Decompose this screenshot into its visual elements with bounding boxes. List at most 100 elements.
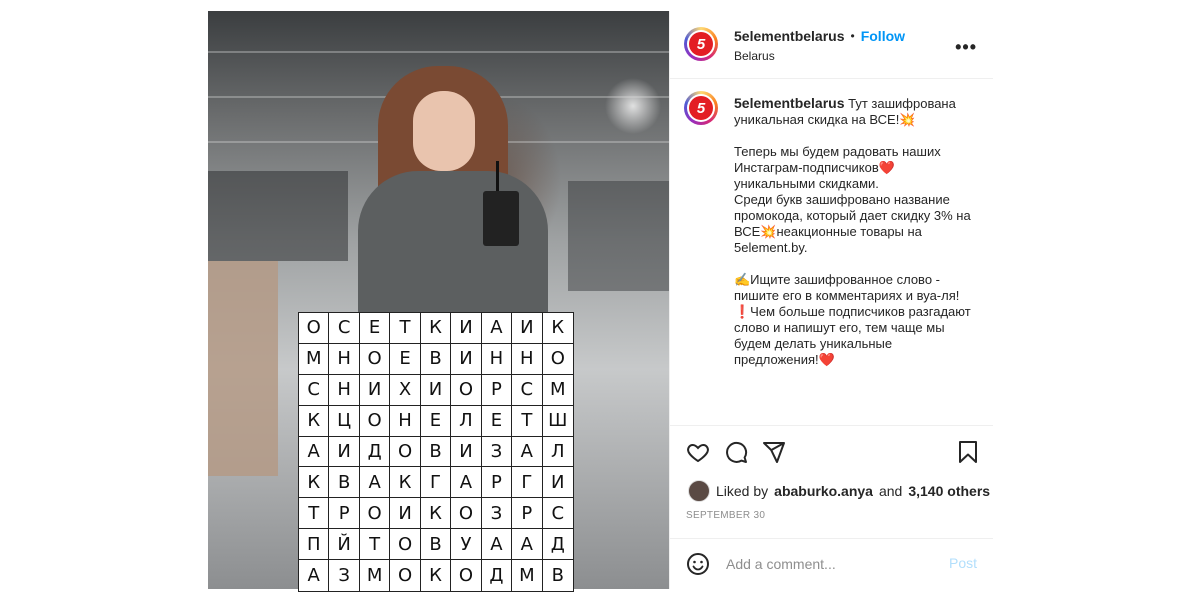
puzzle-cell: А xyxy=(299,436,330,468)
puzzle-cell: С xyxy=(512,374,543,406)
likes-conjunction: and xyxy=(878,483,903,499)
puzzle-cell: А xyxy=(512,436,543,468)
puzzle-cell: Е xyxy=(481,405,513,437)
likes-prefix: Liked by xyxy=(716,483,769,499)
puzzle-cell: И xyxy=(542,467,573,499)
location-label[interactable]: Belarus xyxy=(734,49,775,63)
store-shelf xyxy=(568,181,669,291)
puzzle-cell: Т xyxy=(359,529,391,561)
puzzle-cell: О xyxy=(359,498,391,530)
comment-input[interactable] xyxy=(724,555,928,573)
separator-dot: • xyxy=(850,29,855,43)
puzzle-cell: А xyxy=(481,313,513,344)
puzzle-cell: З xyxy=(329,560,360,591)
liker-username[interactable]: ababurko.anya xyxy=(774,483,873,499)
puzzle-cell: П xyxy=(299,529,330,561)
puzzle-cell: О xyxy=(451,560,482,591)
puzzle-cell: О xyxy=(542,344,573,375)
brand-logo: 5 xyxy=(689,96,713,120)
puzzle-cell: Н xyxy=(390,405,421,437)
puzzle-cell: И xyxy=(451,313,482,344)
puzzle-cell: Е xyxy=(359,313,391,344)
puzzle-cell: У xyxy=(451,529,482,561)
post-comment-button[interactable]: Post xyxy=(949,555,977,571)
puzzle-cell: К xyxy=(421,560,452,591)
puzzle-cell: О xyxy=(359,343,391,375)
likes-count[interactable]: 3,140 others xyxy=(908,483,990,499)
store-shelf xyxy=(208,171,348,261)
puzzle-cell: И xyxy=(359,374,391,406)
comment-icon[interactable] xyxy=(724,440,748,464)
puzzle-cell: И xyxy=(329,436,360,468)
puzzle-cell: К xyxy=(420,498,452,530)
share-icon[interactable] xyxy=(762,440,786,464)
caption-text: Тут зашифрована уникальная скидка на ВСЕ… xyxy=(734,96,971,367)
puzzle-cell: В xyxy=(551,565,564,587)
puzzle-cell: К xyxy=(299,467,330,499)
puzzle-cell: И xyxy=(451,343,482,375)
puzzle-cell: О xyxy=(451,374,482,406)
puzzle-cell: Н xyxy=(329,343,360,375)
puzzle-cell: И xyxy=(451,436,482,468)
puzzle-cell: Т xyxy=(390,313,421,344)
puzzle-cell: Л xyxy=(451,405,482,437)
puzzle-cell: Н xyxy=(329,374,360,406)
puzzle-cell: А xyxy=(512,529,543,561)
puzzle-cell: М xyxy=(299,343,330,375)
likes-summary: Liked by ababurko.anya and 3,140 others xyxy=(688,480,990,502)
puzzle-cell: О xyxy=(390,560,421,591)
puzzle-cell: О xyxy=(390,436,421,468)
brand-logo: 5 xyxy=(689,32,713,56)
person-body xyxy=(358,171,548,321)
puzzle-cell: А xyxy=(299,560,330,591)
puzzle-cell: Н xyxy=(481,343,513,375)
puzzle-cell: Д xyxy=(482,560,513,591)
puzzle-cell: Р xyxy=(481,467,513,499)
puzzle-cell: С xyxy=(329,313,360,344)
coffee-cup xyxy=(483,191,519,246)
puzzle-cell: А xyxy=(359,467,391,499)
puzzle-cell: Х xyxy=(390,374,421,406)
caption-avatar[interactable]: 5 xyxy=(684,91,718,125)
puzzle-cell: В xyxy=(329,467,360,499)
more-options-icon[interactable]: ••• xyxy=(955,37,977,58)
emoji-icon[interactable] xyxy=(686,552,710,576)
post-date[interactable]: SEPTEMBER 30 xyxy=(686,510,765,521)
puzzle-cell: С xyxy=(542,498,573,530)
post-details-panel: 5 5elementbelarus • Follow Belarus ••• 5… xyxy=(669,11,993,589)
puzzle-cell: М xyxy=(360,560,391,591)
puzzle-cell: Т xyxy=(512,405,543,437)
puzzle-cell: К xyxy=(299,405,330,437)
puzzle-cell: Ц xyxy=(329,405,360,437)
puzzle-cell: О xyxy=(451,498,482,530)
puzzle-cell: Е xyxy=(390,343,421,375)
puzzle-cell: З xyxy=(481,436,513,468)
puzzle-cell: Г xyxy=(420,467,452,499)
puzzle-cell: Г xyxy=(512,467,543,499)
liker-avatar[interactable] xyxy=(688,480,710,502)
puzzle-cell: Л xyxy=(542,437,573,468)
puzzle-cell: В xyxy=(420,436,452,468)
header-name-row: 5elementbelarus • Follow xyxy=(734,28,905,44)
puzzle-cell: Ш xyxy=(542,406,573,437)
puzzle-cell: Й xyxy=(329,529,360,561)
puzzle-cell: М xyxy=(512,560,543,591)
puzzle-cell: И xyxy=(390,498,421,530)
puzzle-cell: Р xyxy=(329,498,360,530)
puzzle-cell: Д xyxy=(542,529,573,561)
puzzle-cell: Н xyxy=(512,343,543,375)
caption-username[interactable]: 5elementbelarus xyxy=(734,95,845,111)
puzzle-cell: А xyxy=(451,467,482,499)
puzzle-cell: З xyxy=(481,498,513,530)
puzzle-cell: Д xyxy=(359,436,391,468)
puzzle-cell: И xyxy=(420,374,452,406)
post-header: 5 5elementbelarus • Follow Belarus ••• xyxy=(670,11,993,79)
follow-button[interactable]: Follow xyxy=(861,28,905,44)
bookmark-icon[interactable] xyxy=(956,440,980,464)
account-username[interactable]: 5elementbelarus xyxy=(734,28,845,44)
heart-icon[interactable] xyxy=(686,440,710,464)
puzzle-cell: М xyxy=(542,375,573,406)
puzzle-cell: Р xyxy=(512,498,543,530)
post-caption: 5elementbelarus Тут зашифрована уникальн… xyxy=(734,95,974,368)
account-avatar[interactable]: 5 xyxy=(684,27,718,61)
